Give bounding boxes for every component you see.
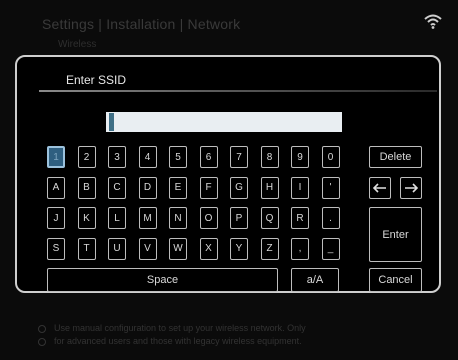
key-e[interactable]: E bbox=[169, 176, 187, 199]
key-k[interactable]: K bbox=[77, 207, 96, 229]
note-line: for advanced users and those with legacy… bbox=[54, 336, 302, 346]
key-m[interactable]: M bbox=[138, 207, 157, 229]
cursor-left-key[interactable] bbox=[369, 177, 391, 199]
key-7[interactable]: 7 bbox=[230, 146, 248, 168]
key-c[interactable]: C bbox=[108, 176, 126, 199]
key-2[interactable]: 2 bbox=[77, 146, 96, 168]
space-key[interactable]: Space bbox=[47, 268, 278, 292]
text-cursor bbox=[109, 113, 114, 131]
key-l[interactable]: L bbox=[108, 207, 126, 229]
key-period[interactable]: . bbox=[321, 207, 340, 229]
key-g[interactable]: G bbox=[230, 176, 248, 199]
key-n[interactable]: N bbox=[169, 207, 187, 229]
key-d[interactable]: D bbox=[138, 176, 157, 199]
info-bullet-icon bbox=[38, 337, 46, 346]
key-o[interactable]: O bbox=[199, 207, 218, 229]
background-subitem: Wireless bbox=[58, 39, 97, 50]
key-a[interactable]: A bbox=[47, 176, 65, 199]
key-i[interactable]: I bbox=[291, 176, 309, 199]
info-bullet-icon bbox=[38, 324, 46, 333]
key-4[interactable]: 4 bbox=[138, 146, 157, 168]
wifi-icon bbox=[424, 14, 442, 29]
key-b[interactable]: B bbox=[77, 176, 96, 199]
key-r[interactable]: R bbox=[291, 207, 309, 229]
key-p[interactable]: P bbox=[230, 207, 248, 229]
key-5[interactable]: 5 bbox=[169, 146, 187, 168]
title-divider bbox=[39, 90, 437, 92]
key-comma[interactable]: , bbox=[291, 237, 309, 260]
arrow-right-icon bbox=[405, 183, 418, 193]
key-apostrophe[interactable]: ' bbox=[321, 176, 340, 199]
key-u[interactable]: U bbox=[108, 237, 126, 260]
ssid-dialog: Enter SSID 1 2 3 4 5 6 7 8 9 0 A B C D E F G H I ' J K L M N O P Q R… bbox=[15, 55, 441, 293]
key-j[interactable]: J bbox=[47, 207, 65, 229]
key-h[interactable]: H bbox=[260, 176, 279, 199]
key-3[interactable]: 3 bbox=[108, 146, 126, 168]
key-w[interactable]: W bbox=[169, 237, 187, 260]
key-s[interactable]: S bbox=[47, 237, 65, 260]
ssid-input[interactable] bbox=[106, 112, 342, 132]
footer-note: Use manual configuration to set up your … bbox=[38, 322, 428, 348]
dialog-title: Enter SSID bbox=[66, 73, 127, 87]
key-underscore[interactable]: _ bbox=[321, 237, 340, 260]
case-toggle-key[interactable]: a/A bbox=[291, 268, 339, 292]
key-t[interactable]: T bbox=[77, 237, 96, 260]
enter-key[interactable]: Enter bbox=[369, 207, 422, 262]
key-1[interactable]: 1 bbox=[47, 146, 65, 168]
cancel-key[interactable]: Cancel bbox=[369, 268, 422, 292]
key-v[interactable]: V bbox=[138, 237, 157, 260]
key-y[interactable]: Y bbox=[230, 237, 248, 260]
key-9[interactable]: 9 bbox=[291, 146, 309, 168]
background-breadcrumb: Settings | Installation | Network bbox=[42, 16, 241, 32]
key-6[interactable]: 6 bbox=[199, 146, 218, 168]
key-f[interactable]: F bbox=[199, 176, 218, 199]
note-line: Use manual configuration to set up your … bbox=[54, 323, 306, 333]
key-q[interactable]: Q bbox=[260, 207, 279, 229]
key-8[interactable]: 8 bbox=[260, 146, 279, 168]
delete-key[interactable]: Delete bbox=[369, 146, 422, 168]
arrow-left-icon bbox=[373, 183, 386, 193]
key-x[interactable]: X bbox=[199, 237, 218, 260]
key-z[interactable]: Z bbox=[260, 237, 279, 260]
cursor-right-key[interactable] bbox=[400, 177, 422, 199]
key-0[interactable]: 0 bbox=[321, 146, 340, 168]
